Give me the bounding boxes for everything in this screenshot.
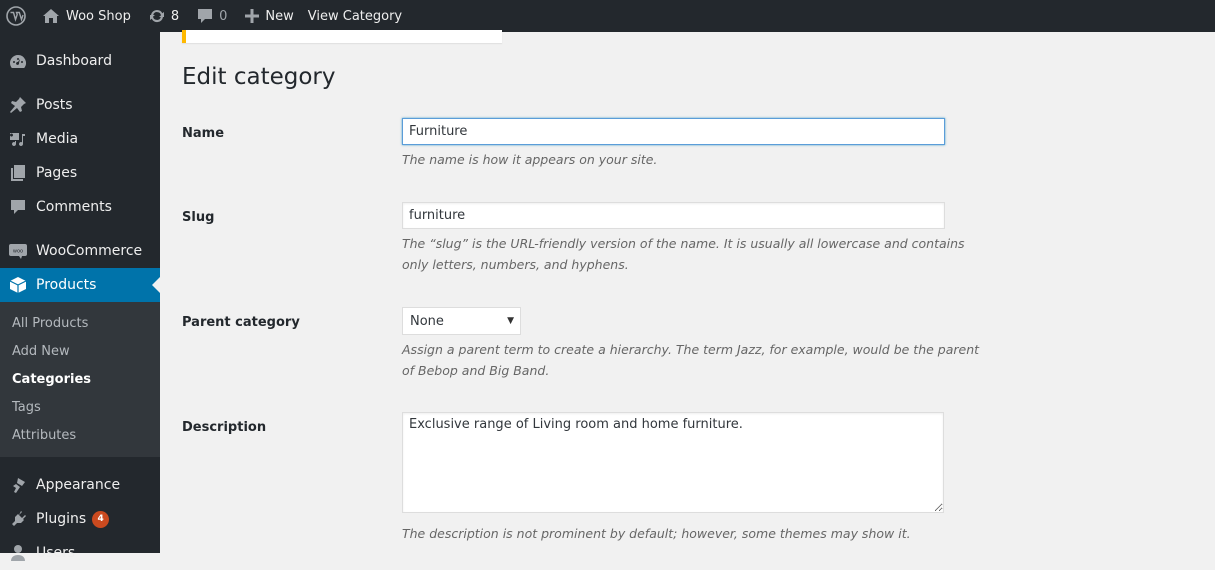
admin-bar: Woo Shop 8 0 New View Category xyxy=(0,0,1215,32)
sidebar-item-appearance[interactable]: Appearance xyxy=(0,468,160,502)
sidebar-item-comments[interactable]: Comments xyxy=(0,190,160,224)
new-label: New xyxy=(265,8,294,24)
home-icon xyxy=(43,9,59,23)
name-description: The name is how it appears on your site. xyxy=(402,152,658,167)
comments-link[interactable]: 0 xyxy=(190,0,234,32)
sidebar-label: Appearance xyxy=(36,477,121,493)
new-content-link[interactable]: New xyxy=(238,0,300,32)
main-content: Edit category Name The name is how it ap… xyxy=(160,30,1215,553)
sidebar-item-media[interactable]: Media xyxy=(0,122,160,156)
site-name: Woo Shop xyxy=(66,8,131,24)
parent-category-description: Assign a parent term to create a hierarc… xyxy=(402,342,980,378)
admin-notice xyxy=(182,30,502,43)
updates-icon xyxy=(149,9,164,23)
comment-icon xyxy=(11,200,25,214)
sidebar-item-plugins[interactable]: Plugins 4 xyxy=(0,502,160,536)
description-help-text: The description is not prominent by defa… xyxy=(402,526,911,541)
user-icon xyxy=(11,545,25,561)
dropdown-arrow-icon: ▼ xyxy=(507,316,514,326)
sidebar-item-pages[interactable]: Pages xyxy=(0,156,160,190)
slug-input[interactable] xyxy=(402,202,945,229)
updates-count: 8 xyxy=(170,8,180,24)
description-label: Description xyxy=(182,420,267,435)
comments-count: 0 xyxy=(219,8,228,24)
wordpress-menu[interactable] xyxy=(0,0,35,32)
view-category-link[interactable]: View Category xyxy=(301,0,409,32)
svg-text:woo: woo xyxy=(13,249,23,255)
description-textarea[interactable]: Exclusive range of Living room and home … xyxy=(402,412,944,513)
parent-category-label: Parent category xyxy=(182,315,300,330)
updates-link[interactable]: 8 xyxy=(142,0,186,32)
pages-icon xyxy=(11,165,25,181)
sidebar-item-dashboard[interactable]: Dashboard xyxy=(0,44,160,78)
woo-icon: woo xyxy=(9,244,27,259)
sidebar-label: Products xyxy=(36,277,97,293)
submenu-item-attributes[interactable]: Attributes xyxy=(0,421,160,449)
submenu-item-tags[interactable]: Tags xyxy=(0,393,160,421)
plugins-update-badge: 4 xyxy=(92,510,110,528)
sidebar-label: Users xyxy=(36,545,76,561)
wordpress-logo-icon xyxy=(6,6,26,26)
parent-category-selected: None xyxy=(410,313,444,329)
parent-category-select[interactable]: None ▼ xyxy=(402,307,521,335)
sidebar-item-posts[interactable]: Posts xyxy=(0,88,160,122)
sidebar-label: Posts xyxy=(36,97,73,113)
slug-label: Slug xyxy=(182,210,215,225)
sidebar-label: WooCommerce xyxy=(36,243,143,259)
submenu-item-categories[interactable]: Categories xyxy=(0,365,160,393)
sidebar-label: Pages xyxy=(36,165,78,181)
sidebar-item-woocommerce[interactable]: woo WooCommerce xyxy=(0,234,160,268)
sidebar-label: Dashboard xyxy=(36,53,112,69)
sidebar-label: Comments xyxy=(36,199,112,215)
pin-icon xyxy=(10,97,26,113)
dashboard-icon xyxy=(10,55,26,68)
name-input[interactable] xyxy=(402,118,945,145)
site-name-link[interactable]: Woo Shop xyxy=(35,0,138,32)
plus-icon xyxy=(245,9,260,23)
sidebar-item-products[interactable]: Products xyxy=(0,268,160,302)
view-category-label: View Category xyxy=(307,8,403,24)
sidebar-item-users[interactable]: Users xyxy=(0,536,160,570)
slug-description: The “slug” is the URL-friendly version o… xyxy=(402,236,965,272)
products-submenu: All Products Add New Categories Tags Att… xyxy=(0,302,160,457)
submenu-item-add-new[interactable]: Add New xyxy=(0,337,160,365)
sidebar-label: Plugins xyxy=(36,511,87,527)
box-icon xyxy=(9,277,27,293)
brush-icon xyxy=(13,478,25,493)
sidebar-label: Media xyxy=(36,131,79,147)
comment-icon xyxy=(198,9,213,23)
name-label: Name xyxy=(182,126,225,141)
submenu-item-all-products[interactable]: All Products xyxy=(0,309,160,337)
media-icon xyxy=(10,133,25,147)
admin-sidebar: Dashboard Posts Media Pages Comments woo… xyxy=(0,32,160,561)
plug-icon xyxy=(12,511,26,526)
page-title: Edit category xyxy=(182,64,336,90)
